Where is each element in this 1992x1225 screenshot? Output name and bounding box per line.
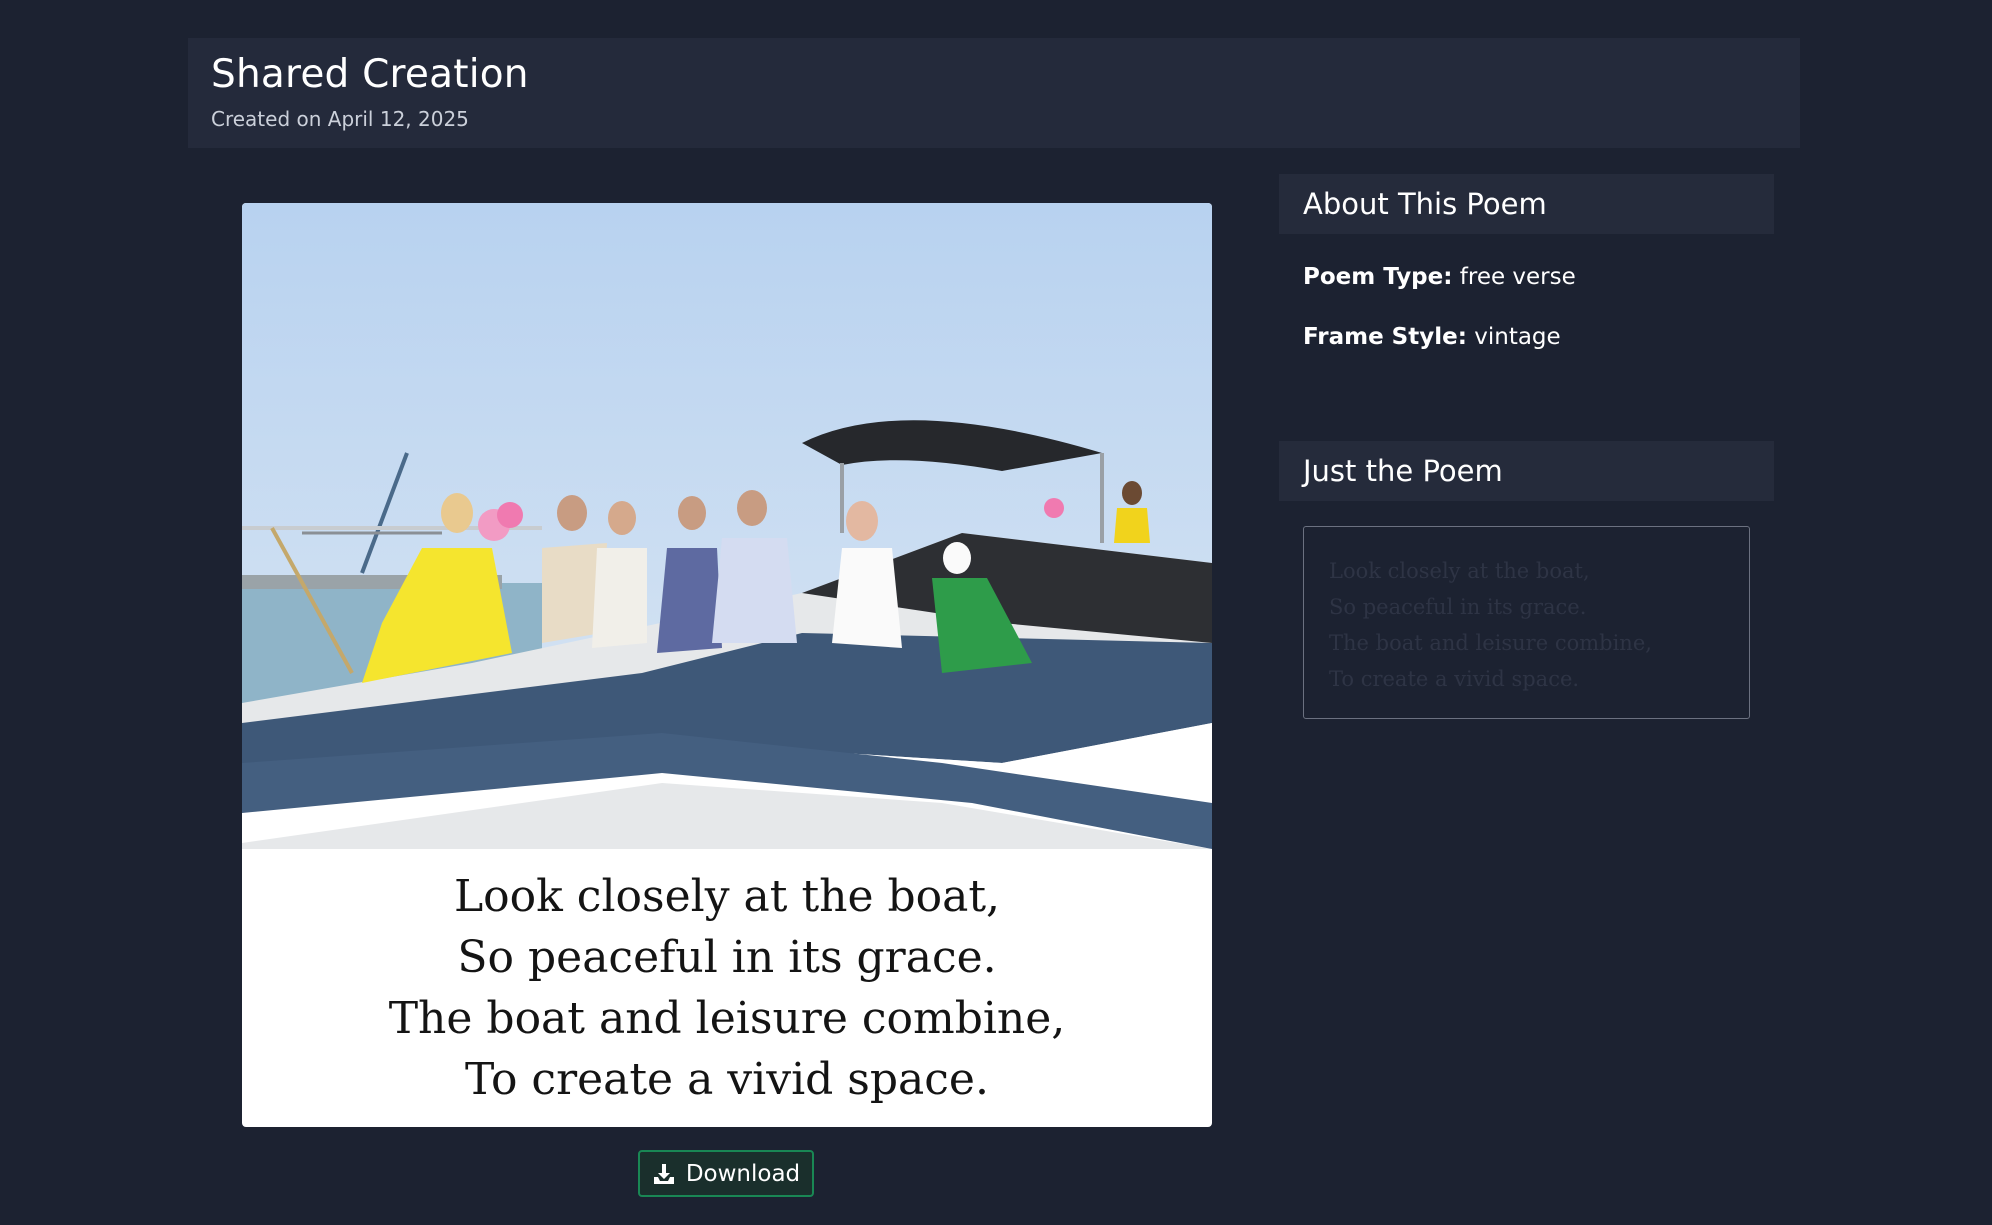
poem-text-box[interactable]: Look closely at the boat, So peaceful in… xyxy=(1303,526,1750,719)
poem-text-line: The boat and leisure combine, xyxy=(1329,631,1652,655)
about-panel-title: About This Poem xyxy=(1279,174,1774,234)
frame-style-value: vintage xyxy=(1474,324,1561,350)
poem-caption: Look closely at the boat, So peaceful in… xyxy=(242,849,1212,1127)
frame-style-label: Frame Style: xyxy=(1303,324,1467,350)
poem-line: Look closely at the boat, xyxy=(453,871,1001,922)
poem-type-value: free verse xyxy=(1459,264,1576,290)
poem-line: So peaceful in its grace. xyxy=(457,932,997,983)
poem-type-label: Poem Type: xyxy=(1303,264,1453,290)
download-icon xyxy=(653,1163,674,1184)
frame-style-row: Frame Style: vintage xyxy=(1303,324,1561,350)
just-poem-panel-title: Just the Poem xyxy=(1279,441,1774,501)
poem-frame: Look closely at the boat, So peaceful in… xyxy=(242,203,1212,1127)
just-poem-title: Just the Poem xyxy=(1303,454,1503,488)
poem-line: The boat and leisure combine, xyxy=(388,993,1066,1044)
created-date: Created on April 12, 2025 xyxy=(211,106,469,131)
poem-text-line: So peaceful in its grace. xyxy=(1329,595,1587,619)
download-label: Download xyxy=(685,1160,801,1187)
download-button[interactable]: Download xyxy=(638,1150,814,1197)
page-header: Shared Creation Created on April 12, 202… xyxy=(188,38,1800,148)
page-title: Shared Creation xyxy=(211,52,529,97)
about-title: About This Poem xyxy=(1303,187,1547,221)
poem-type-row: Poem Type: free verse xyxy=(1303,264,1576,290)
poem-line: To create a vivid space. xyxy=(465,1054,989,1105)
boat-photo xyxy=(242,203,1212,849)
poem-text-line: To create a vivid space. xyxy=(1329,667,1580,691)
poem-text-line: Look closely at the boat, xyxy=(1329,559,1590,583)
